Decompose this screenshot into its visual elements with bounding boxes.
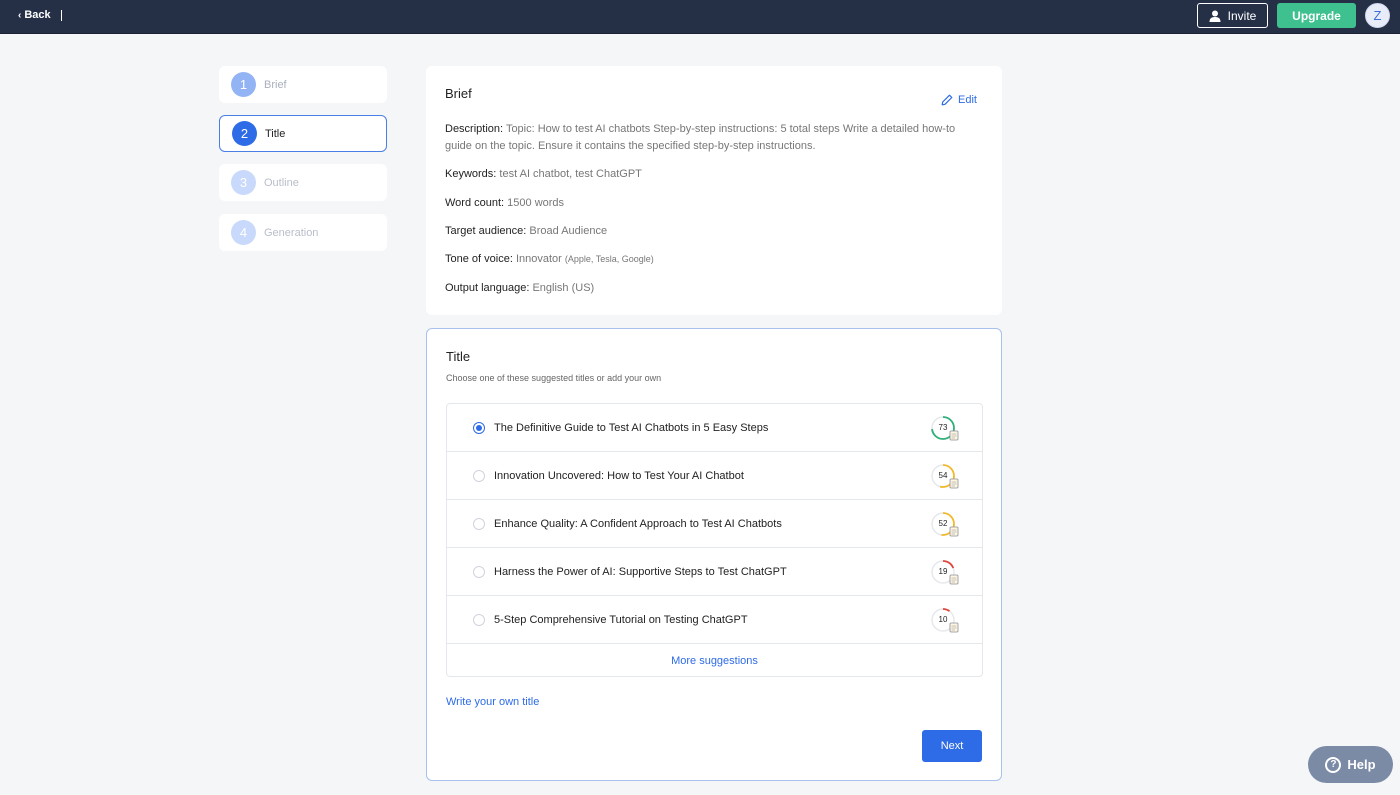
help-label: Help	[1347, 757, 1376, 772]
tone-value: Innovator	[515, 253, 562, 265]
back-label: Back	[24, 9, 51, 21]
title-suggestion-list: The Definitive Guide to Test AI Chatbots…	[446, 403, 983, 677]
step-label: Generation	[264, 226, 319, 239]
score-gauge: 73	[931, 415, 959, 440]
tone-examples: (Apple, Tesla, Google)	[564, 254, 654, 264]
back-button[interactable]: ‹ Back	[18, 9, 62, 21]
title-card: Title Choose one of these suggested titl…	[426, 328, 1002, 781]
title-suggestion-row[interactable]: Enhance Quality: A Confident Approach to…	[447, 500, 982, 548]
title-suggestion-row[interactable]: Innovation Uncovered: How to Test Your A…	[447, 452, 982, 500]
edit-button[interactable]: Edit	[941, 94, 977, 106]
pencil-icon	[941, 94, 953, 106]
step-outline: 3 Outline	[219, 164, 387, 201]
score-gauge: 19	[931, 559, 959, 584]
score-value: 10	[938, 615, 948, 624]
step-label: Outline	[264, 176, 299, 189]
chevron-left-icon: ‹	[18, 9, 22, 21]
step-brief[interactable]: 1 Brief	[219, 66, 387, 103]
title-section-subtitle: Choose one of these suggested titles or …	[446, 373, 662, 383]
score-gauge: 54	[931, 463, 959, 488]
score-value: 73	[938, 423, 948, 432]
divider	[60, 9, 62, 21]
upgrade-button[interactable]: Upgrade	[1277, 3, 1356, 28]
radio-button[interactable]	[473, 565, 485, 578]
title-suggestion-row[interactable]: 5-Step Comprehensive Tutorial on Testing…	[447, 596, 982, 644]
brief-word-count: Word count: 1500 words	[445, 195, 985, 212]
more-suggestions-button[interactable]: More suggestions	[447, 645, 982, 676]
edit-label: Edit	[958, 94, 977, 106]
title-suggestion-text: 5-Step Comprehensive Tutorial on Testing…	[494, 613, 748, 626]
step-number: 3	[231, 170, 256, 195]
score-gauge: 10	[931, 607, 959, 632]
radio-button[interactable]	[473, 613, 485, 626]
step-title[interactable]: 2 Title	[219, 115, 387, 152]
user-add-icon	[1209, 10, 1221, 22]
audience-label: Target audience:	[445, 225, 527, 237]
avatar[interactable]: Z	[1365, 3, 1390, 28]
language-value: English (US)	[532, 282, 595, 294]
brief-card: Brief Edit Description: Topic: How to te…	[426, 66, 1002, 315]
brief-description: Description: Topic: How to test AI chatb…	[445, 121, 985, 155]
brief-language: Output language: English (US)	[445, 280, 985, 297]
invite-label: Invite	[1227, 8, 1257, 23]
description-value: Topic: How to test AI chatbots Step-by-s…	[445, 123, 956, 152]
title-suggestion-text: The Definitive Guide to Test AI Chatbots…	[494, 421, 769, 434]
step-label: Brief	[264, 78, 287, 91]
wordcount-label: Word count:	[445, 197, 505, 209]
language-label: Output language:	[445, 282, 530, 294]
title-suggestion-row[interactable]: The Definitive Guide to Test AI Chatbots…	[447, 404, 982, 452]
description-label: Description:	[445, 123, 504, 135]
brief-keywords: Keywords: test AI chatbot, test ChatGPT	[445, 166, 985, 183]
brief-tone: Tone of voice: Innovator (Apple, Tesla, …	[445, 251, 985, 268]
wordcount-value: 1500 words	[507, 197, 565, 209]
radio-button[interactable]	[473, 421, 485, 434]
title-suggestion-text: Harness the Power of AI: Supportive Step…	[494, 565, 787, 578]
title-suggestion-text: Enhance Quality: A Confident Approach to…	[494, 517, 782, 530]
step-number: 4	[231, 220, 256, 245]
write-own-title-link[interactable]: Write your own title	[446, 696, 539, 708]
question-icon: ?	[1325, 756, 1342, 773]
brief-title: Brief	[445, 86, 472, 101]
brief-audience: Target audience: Broad Audience	[445, 223, 985, 240]
radio-button[interactable]	[473, 517, 485, 530]
audience-value: Broad Audience	[529, 225, 608, 237]
title-suggestion-row[interactable]: Harness the Power of AI: Supportive Step…	[447, 548, 982, 596]
score-value: 52	[938, 519, 948, 528]
top-bar: ‹ Back Invite Upgrade Z	[0, 0, 1400, 34]
score-value: 54	[938, 471, 948, 480]
keywords-label: Keywords:	[445, 168, 497, 180]
help-button[interactable]: ? Help	[1308, 746, 1393, 783]
invite-button[interactable]: Invite	[1197, 3, 1268, 28]
score-gauge: 52	[931, 511, 959, 536]
step-number: 2	[232, 121, 257, 146]
title-suggestion-text: Innovation Uncovered: How to Test Your A…	[494, 469, 744, 482]
step-number: 1	[231, 72, 256, 97]
tone-label: Tone of voice:	[445, 253, 513, 265]
title-section-heading: Title	[446, 349, 471, 364]
keywords-value: test AI chatbot, test ChatGPT	[499, 168, 642, 180]
radio-button[interactable]	[473, 469, 485, 482]
score-value: 19	[938, 567, 948, 576]
step-label: Title	[265, 127, 286, 140]
next-button[interactable]: Next	[922, 730, 982, 762]
step-generation: 4 Generation	[219, 214, 387, 251]
